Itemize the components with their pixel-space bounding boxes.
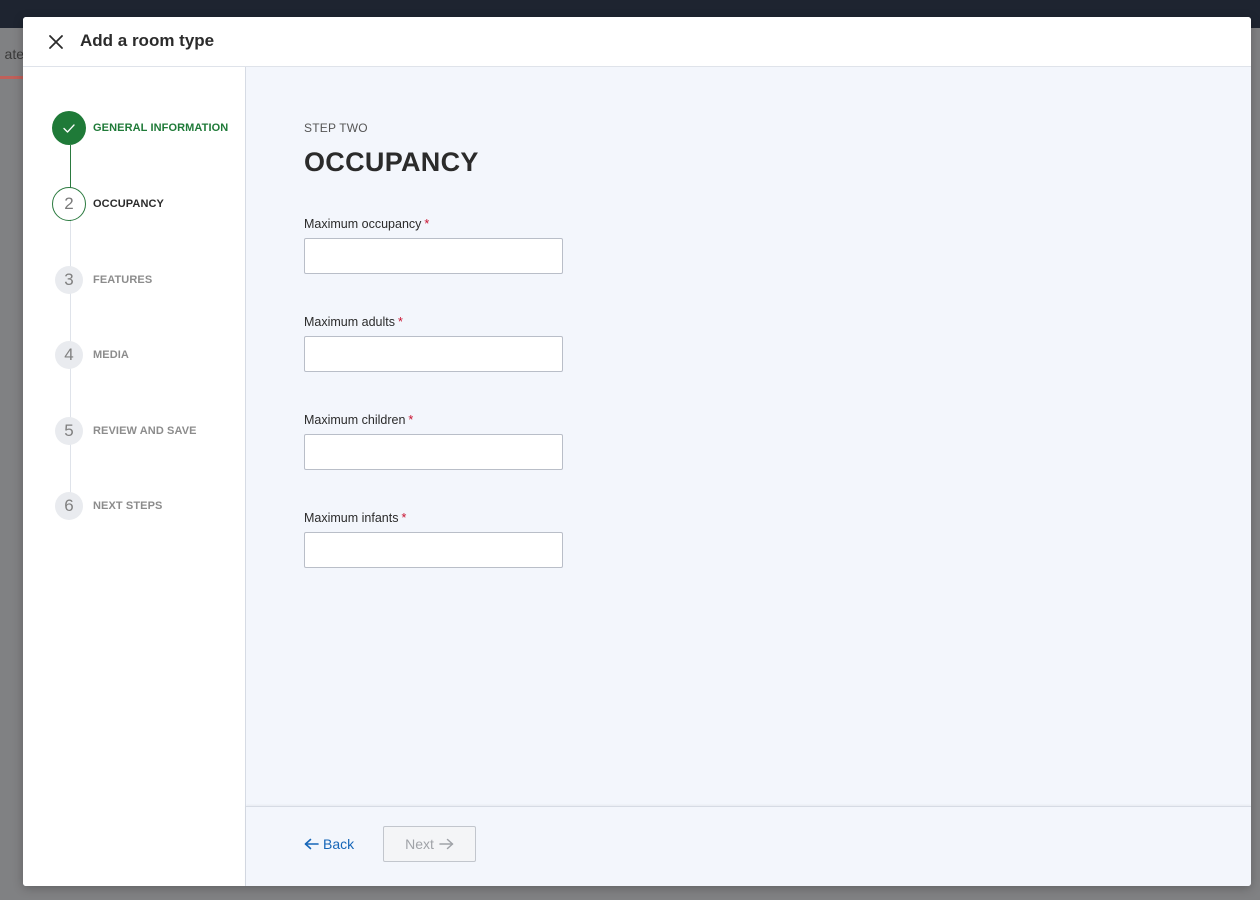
step-label: GENERAL INFORMATION bbox=[93, 122, 229, 134]
back-button-label: Back bbox=[323, 836, 355, 852]
field-label-text: Maximum adults bbox=[304, 315, 395, 329]
step-number: 2 bbox=[52, 187, 86, 221]
field-label-text: Maximum infants bbox=[304, 511, 399, 525]
required-marker: * bbox=[398, 315, 403, 329]
field-label-text: Maximum children bbox=[304, 413, 406, 427]
step-circle-completed bbox=[52, 111, 86, 145]
step-next-steps[interactable]: 6 NEXT STEPS bbox=[52, 489, 242, 523]
field-maximum-infants: Maximum infants * bbox=[304, 510, 564, 568]
required-marker: * bbox=[401, 511, 407, 525]
field-maximum-children: Maximum children * bbox=[304, 412, 564, 470]
close-icon bbox=[49, 35, 63, 49]
field-label: Maximum adults * bbox=[304, 314, 564, 330]
form-content: STEP TWO OCCUPANCY Maximum occupancy * Ma… bbox=[246, 67, 1251, 806]
step-number: 3 bbox=[55, 266, 83, 294]
close-button[interactable] bbox=[45, 31, 67, 53]
step-label: NEXT STEPS bbox=[93, 500, 163, 512]
add-room-type-dialog: Add a room type GENERAL INFORMATION 2 OC… bbox=[23, 17, 1251, 886]
step-number: 6 bbox=[55, 492, 83, 520]
next-button[interactable]: Next bbox=[383, 826, 476, 862]
stepper-sidebar: GENERAL INFORMATION 2 OCCUPANCY 3 FEATUR… bbox=[23, 67, 246, 886]
step-general-information[interactable]: GENERAL INFORMATION bbox=[52, 111, 242, 145]
step-features[interactable]: 3 FEATURES bbox=[52, 263, 242, 297]
field-maximum-adults: Maximum adults * bbox=[304, 314, 564, 372]
next-button-label: Next bbox=[405, 836, 434, 852]
step-occupancy[interactable]: 2 OCCUPANCY bbox=[52, 187, 242, 221]
field-label: Maximum infants * bbox=[304, 510, 564, 526]
step-label: MEDIA bbox=[93, 349, 129, 361]
maximum-children-input[interactable] bbox=[304, 434, 563, 470]
step-label: OCCUPANCY bbox=[93, 198, 164, 210]
maximum-occupancy-input[interactable] bbox=[304, 238, 563, 274]
dialog-header: Add a room type bbox=[23, 17, 1251, 67]
dialog-footer: Back Next bbox=[246, 806, 1251, 886]
field-label: Maximum occupancy * bbox=[304, 216, 564, 232]
background-tab-underline bbox=[0, 76, 24, 79]
step-label: REVIEW AND SAVE bbox=[93, 425, 197, 437]
field-maximum-occupancy: Maximum occupancy * bbox=[304, 216, 564, 274]
back-button[interactable]: Back bbox=[304, 834, 354, 854]
arrow-right-icon bbox=[439, 838, 454, 850]
maximum-adults-input[interactable] bbox=[304, 336, 563, 372]
step-kicker: STEP TWO bbox=[304, 121, 368, 135]
step-number: 5 bbox=[55, 417, 83, 445]
check-icon bbox=[63, 124, 75, 133]
required-marker: * bbox=[408, 413, 414, 427]
step-number: 4 bbox=[55, 341, 83, 369]
dialog-title: Add a room type bbox=[80, 31, 215, 50]
step-media[interactable]: 4 MEDIA bbox=[52, 338, 242, 372]
step-label: FEATURES bbox=[93, 274, 153, 286]
arrow-left-icon bbox=[304, 838, 319, 850]
field-label: Maximum children * bbox=[304, 412, 564, 428]
required-marker: * bbox=[424, 217, 430, 231]
background-tab: ate bbox=[4, 46, 24, 62]
maximum-infants-input[interactable] bbox=[304, 532, 563, 568]
page-title: OCCUPANCY bbox=[304, 147, 479, 177]
field-label-text: Maximum occupancy bbox=[304, 217, 422, 231]
step-review-and-save[interactable]: 5 REVIEW AND SAVE bbox=[52, 414, 242, 448]
